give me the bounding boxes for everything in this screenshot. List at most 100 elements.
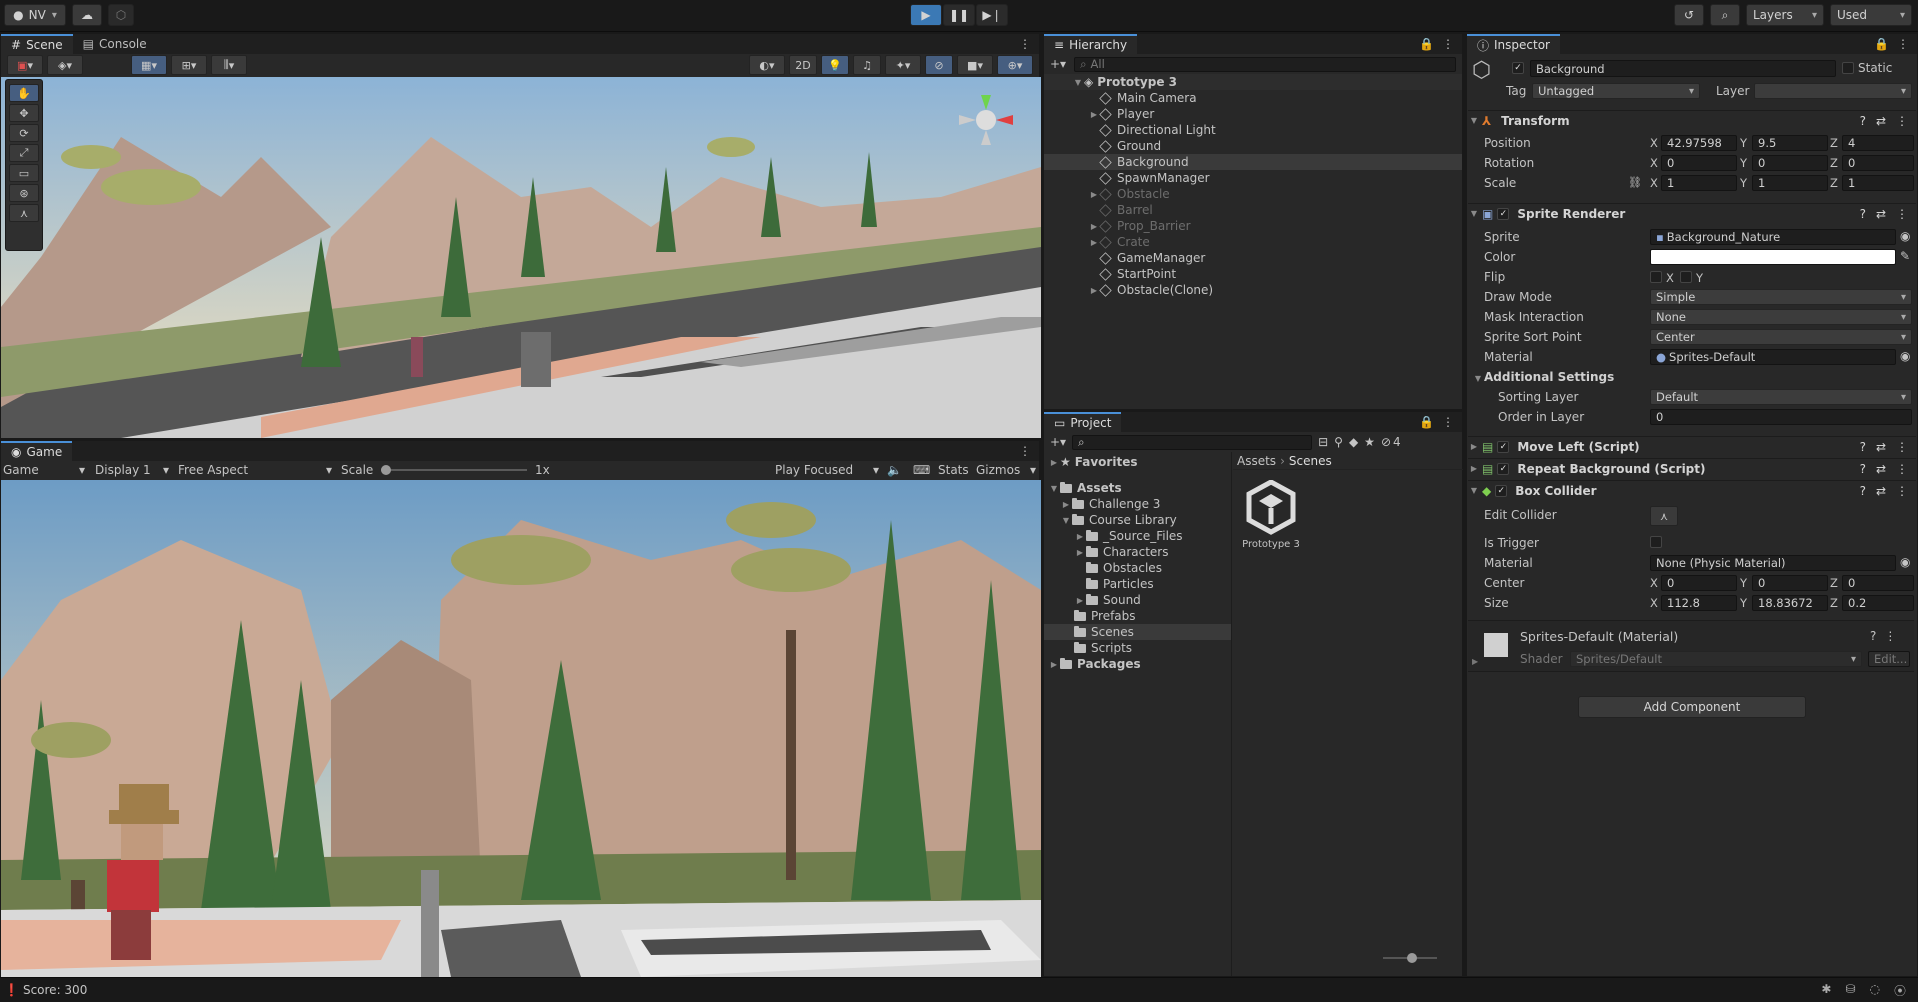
camera-button[interactable]: ■ ▾: [957, 55, 993, 75]
hierarchy-item-main-camera[interactable]: Main Camera: [1044, 90, 1197, 106]
hierarchy-item-obstacle-clone[interactable]: ▶ Obstacle(Clone): [1044, 282, 1213, 298]
aspect-dropdown[interactable]: Free Aspect ▾: [178, 463, 332, 477]
is-trigger-checkbox[interactable]: [1650, 536, 1662, 548]
tab-project[interactable]: ▭ Project: [1044, 412, 1122, 432]
hierarchy-item-ground[interactable]: Ground: [1044, 138, 1161, 154]
panel-menu-icon[interactable]: ⋮: [1897, 37, 1909, 51]
edit-collider-button[interactable]: ⋏: [1650, 506, 1678, 526]
tab-scene[interactable]: # Scene: [1, 34, 73, 54]
hidden-packages-icon[interactable]: ⊘ 4: [1381, 435, 1401, 449]
position-x-field[interactable]: 42.97598: [1661, 135, 1737, 151]
lighting-toggle[interactable]: 💡: [821, 55, 849, 75]
bug-icon[interactable]: ✱: [1821, 982, 1831, 999]
grid-snap-button[interactable]: ▦ ▾: [131, 55, 167, 75]
hierarchy-item-barrel[interactable]: Barrel: [1044, 202, 1153, 218]
scale-slider[interactable]: [381, 465, 527, 475]
lock-icon[interactable]: 🔒: [1419, 37, 1434, 51]
scale-tool[interactable]: ⤢: [9, 144, 39, 162]
center-x-field[interactable]: 0: [1661, 575, 1737, 591]
account-dropdown[interactable]: ● NV: [4, 4, 66, 26]
status-message[interactable]: Score: 300: [23, 983, 87, 997]
hierarchy-search-input[interactable]: ⌕ All: [1074, 56, 1456, 72]
sorting-layer-dropdown[interactable]: Default: [1650, 389, 1912, 405]
rotate-tool[interactable]: ⟳: [9, 124, 39, 142]
gizmos-dropdown[interactable]: Gizmos ▾: [976, 463, 1036, 477]
help-icon[interactable]: ?: [1860, 440, 1866, 454]
constrain-proportions-icon[interactable]: ⛓: [1628, 176, 1642, 189]
scene-root[interactable]: ▼ ◈ Prototype 3: [1044, 74, 1462, 90]
folder-course-library[interactable]: ▼ Course Library: [1060, 512, 1177, 528]
sprite-renderer-header[interactable]: ▼ ▣ ✓ Sprite Renderer ? ⇄ ⋮: [1468, 203, 1916, 223]
rotation-x-field[interactable]: 0: [1661, 155, 1737, 171]
tab-game[interactable]: ◉ Game: [1, 441, 73, 461]
visibility-toggle[interactable]: ⊘: [925, 55, 953, 75]
static-checkbox[interactable]: [1842, 62, 1854, 74]
draw-mode-button[interactable]: ▣ ▾: [7, 55, 43, 75]
assets-folder[interactable]: ▼ Assets: [1048, 480, 1122, 496]
component-menu-icon[interactable]: ⋮: [1884, 629, 1896, 643]
folder-challenge-3[interactable]: ▶ Challenge 3: [1060, 496, 1161, 512]
folder-characters[interactable]: ▶ Characters: [1074, 544, 1169, 560]
move-left-enabled-checkbox[interactable]: ✓: [1497, 440, 1510, 453]
lock-icon[interactable]: 🔒: [1874, 37, 1889, 51]
shader-edit-button[interactable]: Edit...: [1868, 651, 1910, 667]
hand-tool[interactable]: ✋: [9, 84, 39, 102]
repeat-background-script-header[interactable]: ▶ ▤ ✓ Repeat Background (Script) ? ⇄ ⋮: [1468, 458, 1916, 478]
material-field[interactable]: ● Sprites-Default: [1650, 349, 1896, 365]
collapsed-arrow-icon[interactable]: ▶: [1472, 657, 1478, 666]
eyedropper-icon[interactable]: ✎: [1900, 249, 1910, 263]
rotation-y-field[interactable]: 0: [1752, 155, 1828, 171]
component-menu-icon[interactable]: ⋮: [1896, 440, 1908, 454]
stats-button[interactable]: Stats: [938, 463, 969, 477]
help-icon[interactable]: ?: [1860, 114, 1866, 128]
search-button[interactable]: ⌕: [1710, 4, 1740, 26]
render-mode-button[interactable]: ◈ ▾: [47, 55, 83, 75]
collab-button[interactable]: ⬡: [108, 4, 134, 26]
lock-icon[interactable]: 🔒: [1419, 415, 1434, 429]
center-z-field[interactable]: 0: [1842, 575, 1914, 591]
transform-header[interactable]: ▼ ⅄ Transform ? ⇄ ⋮: [1468, 110, 1916, 130]
gizmos-button[interactable]: ⊕ ▾: [997, 55, 1033, 75]
help-icon[interactable]: ?: [1860, 484, 1866, 498]
shader-dropdown[interactable]: Sprites/Default: [1570, 651, 1862, 667]
2d-toggle[interactable]: 2D: [789, 55, 817, 75]
box-collider-header[interactable]: ▼ ◆ ✓ Box Collider ? ⇄ ⋮: [1468, 480, 1916, 500]
tag-icon[interactable]: ◆: [1349, 435, 1358, 449]
asset-tile[interactable]: Prototype 3: [1239, 480, 1303, 550]
mask-interaction-dropdown[interactable]: None: [1650, 309, 1912, 325]
packages-folder[interactable]: ▶ Packages: [1048, 656, 1141, 672]
rect-tool[interactable]: ▭: [9, 164, 39, 182]
align-button[interactable]: ⫼ ▾: [211, 55, 247, 75]
audio-toggle[interactable]: ♫: [853, 55, 881, 75]
scale-x-field[interactable]: 1: [1661, 175, 1737, 191]
display-dropdown[interactable]: Display 1 ▾: [95, 463, 169, 477]
hierarchy-item-startpoint[interactable]: StartPoint: [1044, 266, 1176, 282]
help-icon[interactable]: ?: [1860, 207, 1866, 221]
panel-menu-icon[interactable]: ⋮: [1019, 441, 1039, 461]
snap-increment-button[interactable]: ⊞ ▾: [171, 55, 207, 75]
history-button[interactable]: ↺: [1674, 4, 1704, 26]
add-component-button[interactable]: Add Component: [1578, 696, 1806, 718]
collider-material-field[interactable]: None (Physic Material): [1650, 555, 1896, 571]
filter-type-icon[interactable]: ⊟: [1318, 435, 1328, 449]
component-menu-icon[interactable]: ⋮: [1896, 484, 1908, 498]
help-icon[interactable]: ?: [1860, 462, 1866, 476]
preset-icon[interactable]: ⇄: [1876, 484, 1886, 498]
project-search-input[interactable]: ⌕: [1072, 434, 1313, 450]
game-mode-dropdown[interactable]: Game ▾: [3, 463, 85, 477]
hierarchy-item-gamemanager[interactable]: GameManager: [1044, 250, 1205, 266]
tag-dropdown[interactable]: Untagged: [1532, 83, 1700, 99]
sprite-renderer-enabled-checkbox[interactable]: ✓: [1497, 207, 1510, 220]
preset-icon[interactable]: ⇄: [1876, 114, 1886, 128]
object-picker-icon[interactable]: ◉: [1900, 229, 1910, 243]
rotation-z-field[interactable]: 0: [1842, 155, 1914, 171]
tab-inspector[interactable]: ⓘ Inspector: [1467, 34, 1560, 54]
scene-viewport[interactable]: ✋ ✥ ⟳ ⤢ ▭ ⊛ ⋏: [1, 77, 1041, 438]
tab-hierarchy[interactable]: ≡ Hierarchy: [1044, 34, 1138, 54]
layer-dropdown[interactable]: [1754, 83, 1912, 99]
keyboard-icon[interactable]: ⌨: [913, 463, 930, 477]
breadcrumb-assets[interactable]: Assets: [1237, 454, 1276, 468]
flip-x-checkbox[interactable]: [1650, 271, 1662, 283]
hierarchy-item-player[interactable]: ▶ Player: [1044, 106, 1154, 122]
size-x-field[interactable]: 112.8: [1661, 595, 1737, 611]
